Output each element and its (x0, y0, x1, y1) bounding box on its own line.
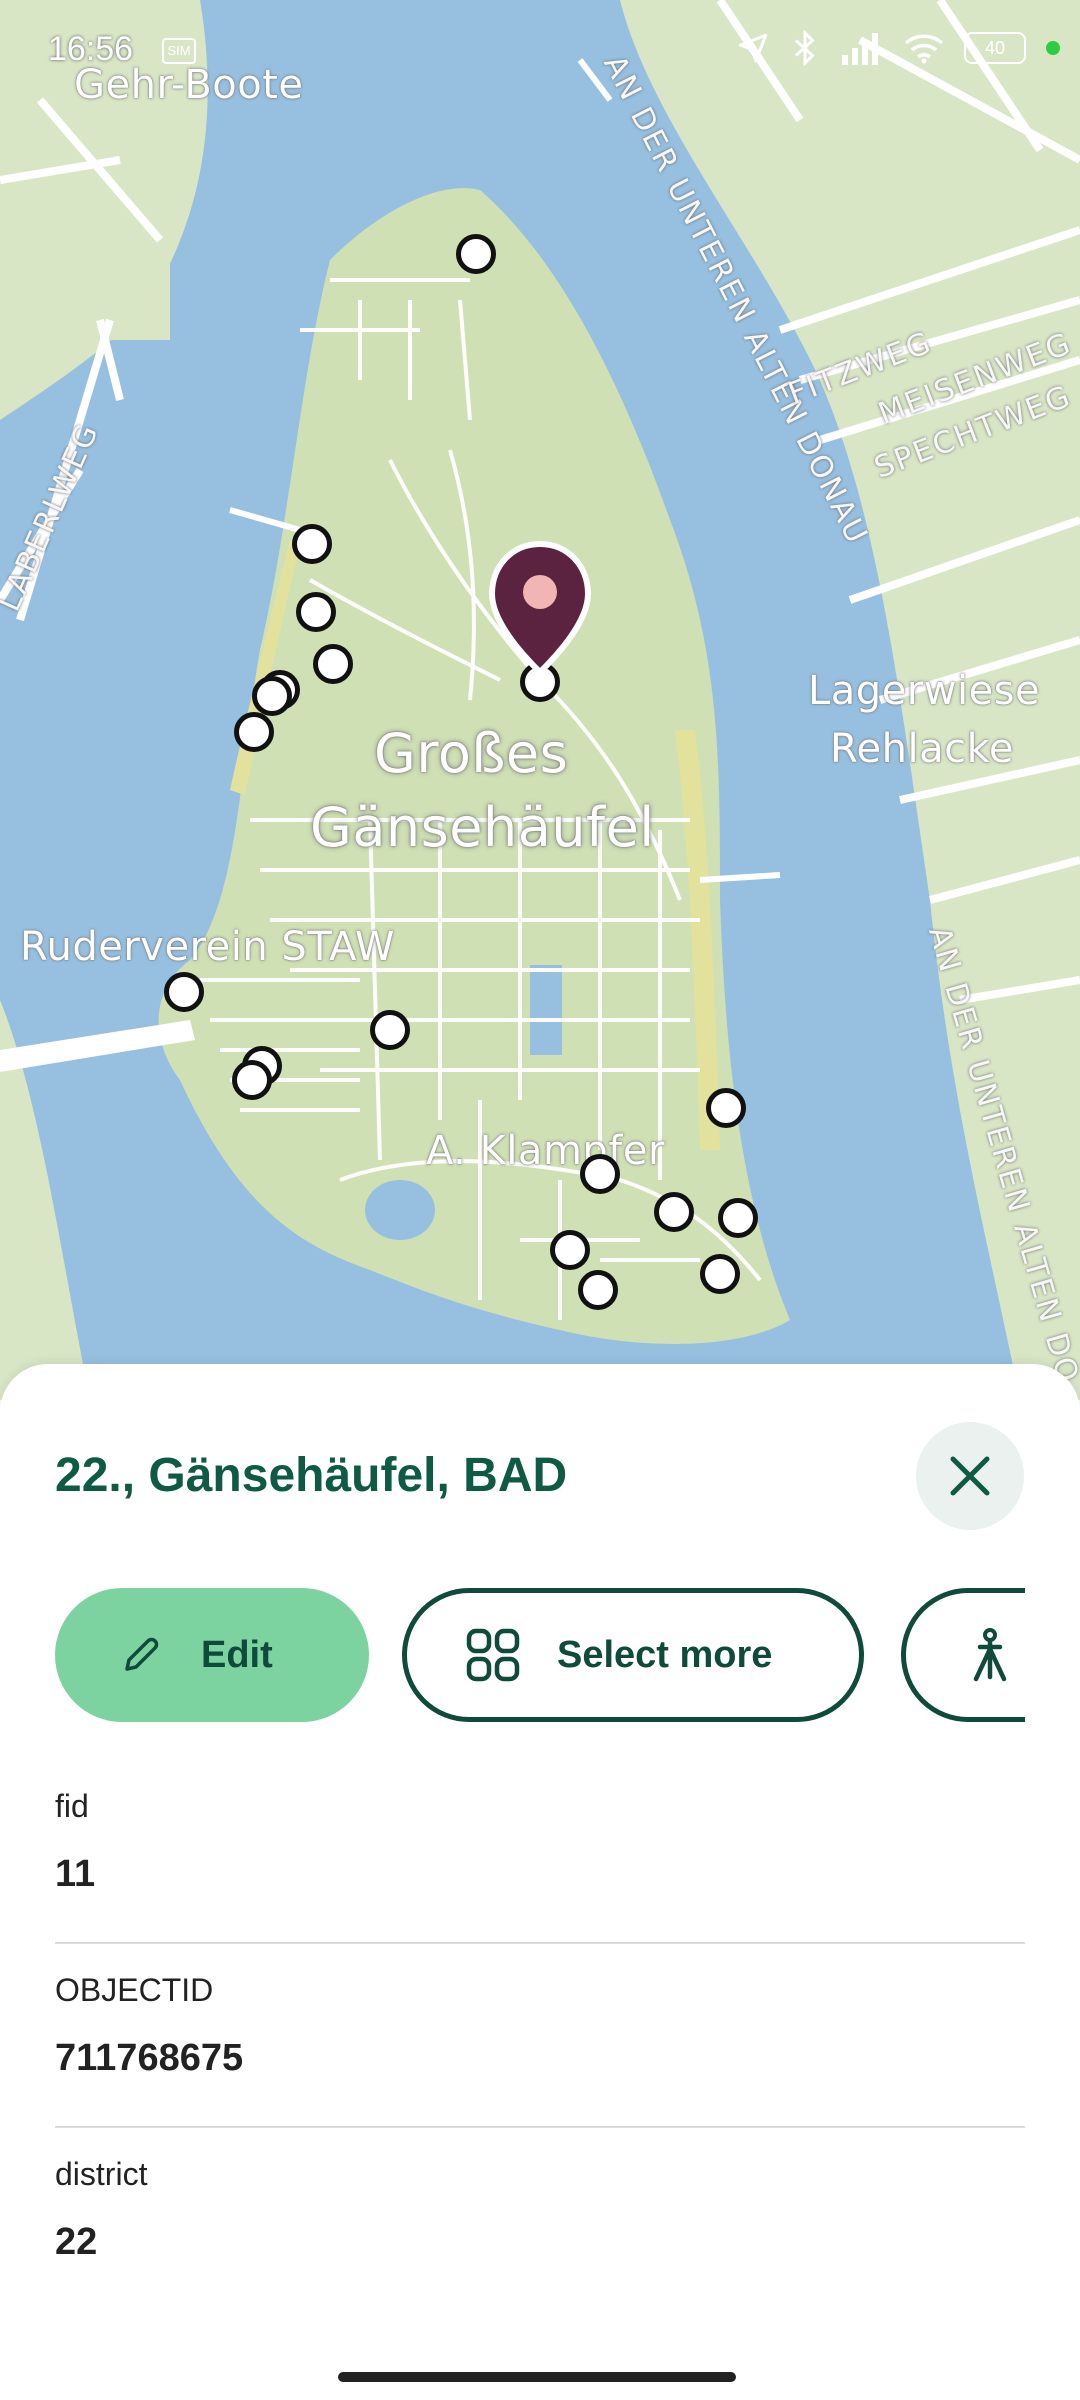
map-feature-point[interactable] (580, 1154, 620, 1194)
wifi-icon (904, 34, 944, 64)
status-bar: 16:56 SIM 40 (0, 0, 1080, 100)
map-feature-point[interactable] (550, 1230, 590, 1270)
close-button[interactable] (916, 1422, 1024, 1530)
map-feature-point[interactable] (700, 1254, 740, 1294)
map-feature-point[interactable] (164, 972, 204, 1012)
attribute-row-district: district 22 (55, 2156, 1025, 2264)
divider (55, 1942, 1025, 1944)
place-label-lagerwiese-line2: Rehlacke (830, 726, 1014, 772)
status-time: 16:56 (48, 30, 134, 68)
divider (55, 2126, 1025, 2128)
map-feature-point[interactable] (456, 234, 496, 274)
map-feature-point[interactable] (718, 1198, 758, 1238)
attribute-row-objectid: OBJECTID 711768675 (55, 1972, 1025, 2128)
bluetooth-icon (794, 30, 815, 66)
attribute-value: 11 (55, 1853, 96, 1895)
attribute-name: district (55, 2156, 148, 2192)
select-more-label: Select more (557, 1633, 773, 1676)
grid-icon (465, 1627, 521, 1683)
pencil-icon (119, 1633, 163, 1677)
feature-title: 22., Gänsehäufel, BAD (55, 1449, 568, 1502)
map-feature-point[interactable] (370, 1010, 410, 1050)
select-more-button[interactable]: Select more (402, 1588, 864, 1722)
battery-icon: 40 (964, 32, 1026, 64)
signal-icon (842, 33, 878, 65)
map-feature-point[interactable] (232, 1060, 272, 1100)
sim-icon: SIM (162, 38, 196, 64)
place-label-island-line2: Gänsehäufel (310, 796, 655, 859)
map-feature-point[interactable] (313, 644, 353, 684)
place-label-lagerwiese-line1: Lagerwiese (808, 668, 1041, 714)
edit-button[interactable]: Edit (55, 1588, 369, 1722)
attribute-value: 22 (55, 2221, 98, 2263)
map-view[interactable]: Gehr-Boote Großes Gänsehäufel Lagerwiese… (0, 0, 1080, 1400)
survey-button[interactable] (901, 1588, 1025, 1722)
attribute-row-fid: fid 11 (55, 1788, 1025, 1944)
privacy-indicator-dot (1046, 41, 1060, 55)
attribute-name: OBJECTID (55, 1972, 214, 2008)
map-feature-point[interactable] (706, 1088, 746, 1128)
status-icons: 40 (736, 28, 1060, 68)
attribute-value: 711768675 (55, 2037, 244, 2079)
place-label-klampfer: A. Klampfer (426, 1128, 665, 1174)
survey-tripod-icon (968, 1627, 1012, 1683)
map-feature-point[interactable] (292, 524, 332, 564)
attribute-name: fid (55, 1788, 89, 1824)
location-arrow-icon (738, 33, 768, 63)
action-chips: Edit Select more (55, 1588, 1025, 1722)
feature-detail-sheet: 22., Gänsehäufel, BAD Edit Select more f… (0, 1364, 1080, 2400)
map-feature-point[interactable] (296, 592, 336, 632)
map-feature-point[interactable] (654, 1192, 694, 1232)
home-indicator[interactable] (338, 2372, 736, 2382)
close-icon (950, 1456, 990, 1496)
place-label-island-line1: Großes (374, 722, 569, 785)
edit-label: Edit (201, 1633, 273, 1676)
selected-location-pin-icon[interactable] (488, 540, 592, 680)
place-label-ruderverein: Ruderverein STAW (20, 924, 395, 970)
map-feature-point[interactable] (234, 712, 274, 752)
map-feature-point[interactable] (252, 676, 292, 716)
map-feature-point[interactable] (578, 1270, 618, 1310)
